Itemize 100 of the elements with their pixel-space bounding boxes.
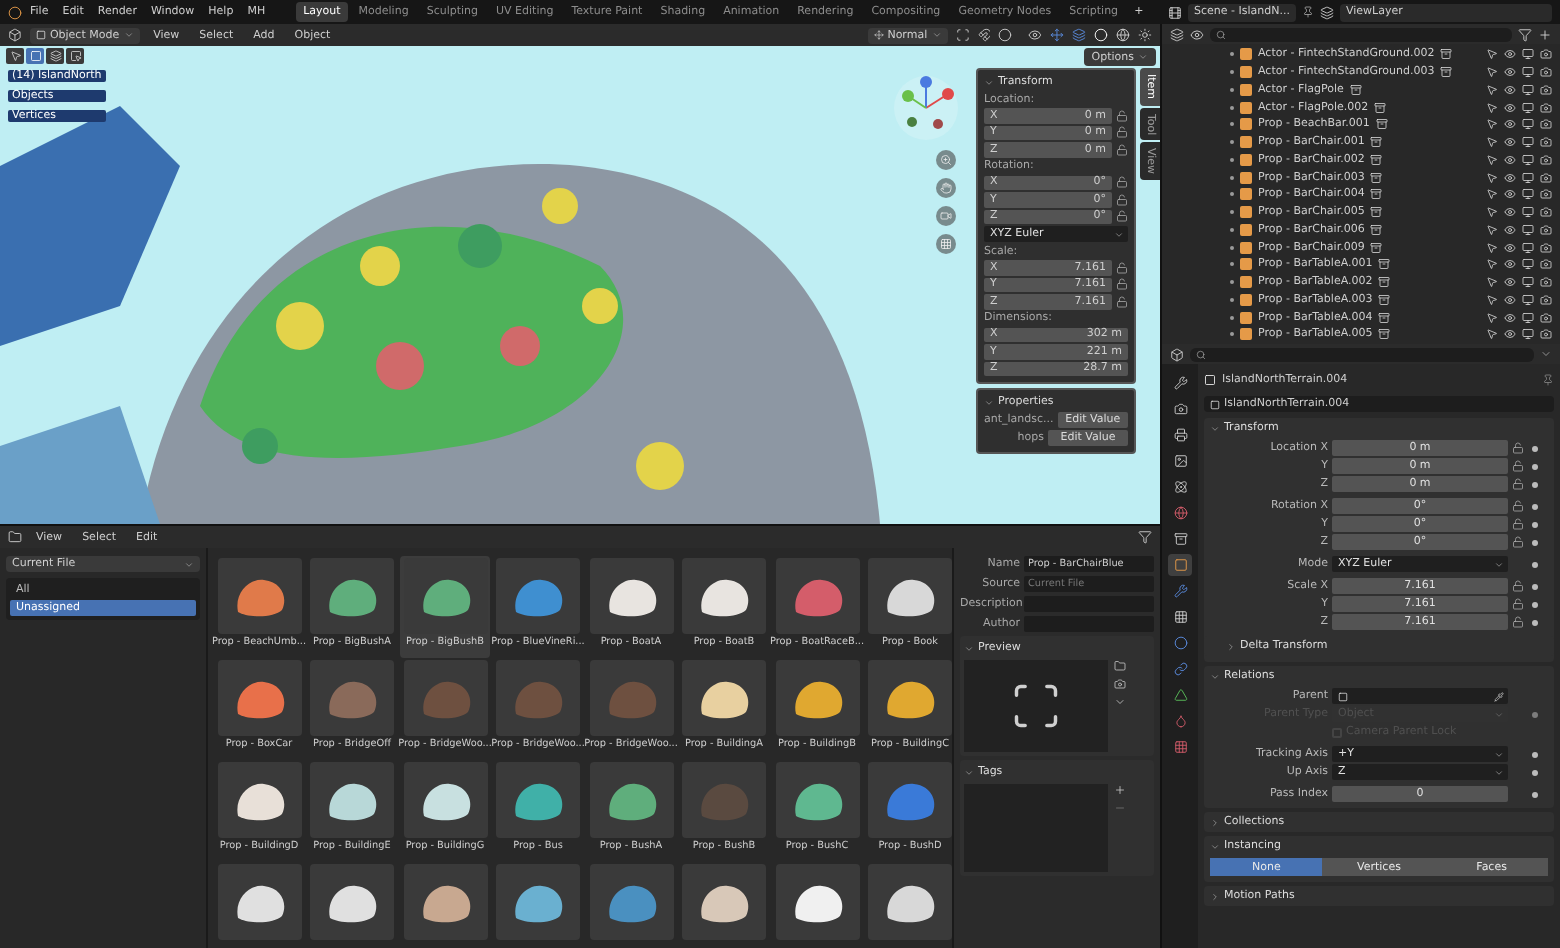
unlocked-icon[interactable] [1116, 278, 1128, 291]
unlocked-icon[interactable] [1512, 580, 1524, 592]
eye-icon[interactable] [1504, 223, 1516, 236]
editor-type-icon[interactable] [8, 530, 22, 544]
editor-type-icon[interactable] [8, 28, 22, 42]
monitor-icon[interactable] [1522, 328, 1534, 341]
unlocked-icon[interactable] [1512, 536, 1524, 548]
camera-icon[interactable] [1540, 223, 1552, 236]
search-field[interactable] [1190, 347, 1534, 361]
monitor-icon[interactable] [1522, 223, 1534, 236]
eye-icon[interactable] [1504, 48, 1516, 61]
keyframe-dot-icon[interactable] [1532, 791, 1538, 797]
search-field[interactable] [1210, 27, 1512, 41]
pin-icon[interactable] [1542, 374, 1554, 386]
monitor-icon[interactable] [1522, 83, 1534, 96]
camera-icon[interactable] [1540, 48, 1552, 61]
unlocked-icon[interactable] [1116, 193, 1128, 206]
monitor-icon[interactable] [1522, 188, 1534, 201]
zoom-button[interactable] [936, 150, 956, 170]
scene-icon[interactable] [1168, 5, 1182, 19]
unlocked-icon[interactable] [1512, 518, 1524, 530]
camera-icon[interactable] [1540, 136, 1552, 149]
eye-icon[interactable] [1504, 66, 1516, 79]
camera-icon[interactable] [1540, 188, 1552, 201]
keyframe-dot-icon[interactable] [1532, 601, 1538, 607]
monitor-icon[interactable] [1522, 311, 1534, 324]
editor-type-icon[interactable] [1170, 347, 1184, 361]
eye-icon[interactable] [1504, 206, 1516, 219]
eye-icon[interactable] [1504, 258, 1516, 271]
eye-icon[interactable] [1504, 136, 1516, 149]
camera-icon[interactable] [1114, 678, 1126, 690]
visibility-icon[interactable] [1028, 28, 1043, 42]
keyframe-dot-icon[interactable] [1532, 561, 1538, 567]
keyframe-dot-icon[interactable] [1532, 539, 1538, 545]
keyframe-dot-icon[interactable] [1532, 445, 1538, 451]
eye-icon[interactable] [1504, 118, 1516, 131]
overlay-icon[interactable] [1072, 28, 1087, 42]
keyframe-dot-icon[interactable] [1532, 583, 1538, 589]
camera-icon[interactable] [1540, 171, 1552, 184]
eyedropper-icon[interactable] [1494, 691, 1504, 701]
eye-icon[interactable] [1504, 328, 1516, 341]
unlocked-icon[interactable] [1512, 478, 1524, 490]
camera-icon[interactable] [1540, 153, 1552, 166]
eye-icon[interactable] [1504, 241, 1516, 254]
monitor-icon[interactable] [1522, 293, 1534, 306]
unlocked-icon[interactable] [1116, 143, 1128, 156]
eye-icon[interactable] [1504, 276, 1516, 289]
eye-icon[interactable] [1504, 83, 1516, 96]
keyframe-dot-icon[interactable] [1532, 619, 1538, 625]
unlocked-icon[interactable] [1512, 500, 1524, 512]
snap-icon[interactable] [977, 28, 991, 42]
eye-icon[interactable] [1504, 293, 1516, 306]
monitor-icon[interactable] [1522, 241, 1534, 254]
monitor-icon[interactable] [1522, 153, 1534, 166]
camera-icon[interactable] [1540, 118, 1552, 131]
keyframe-dot-icon[interactable] [1532, 463, 1538, 469]
unlocked-icon[interactable] [1512, 616, 1524, 628]
add-icon[interactable] [1114, 784, 1126, 796]
eye-icon[interactable] [1504, 311, 1516, 324]
keyframe-dot-icon[interactable] [1532, 711, 1538, 717]
editor-type-icon[interactable] [1170, 27, 1184, 41]
camera-icon[interactable] [1540, 101, 1552, 114]
keyframe-dot-icon[interactable] [1532, 503, 1538, 509]
unlocked-icon[interactable] [1116, 126, 1128, 139]
keyframe-dot-icon[interactable] [1532, 521, 1538, 527]
unlocked-icon[interactable] [1116, 295, 1128, 308]
monitor-icon[interactable] [1522, 171, 1534, 184]
monitor-icon[interactable] [1522, 118, 1534, 131]
rendered-shading-icon[interactable] [1138, 28, 1153, 42]
pan-button[interactable] [936, 178, 956, 198]
camera-icon[interactable] [1540, 206, 1552, 219]
keyframe-dot-icon[interactable] [1532, 769, 1538, 775]
pin-icon[interactable] [1301, 6, 1314, 18]
unlocked-icon[interactable] [1512, 598, 1524, 610]
monitor-icon[interactable] [1522, 66, 1534, 79]
camera-icon[interactable] [1540, 311, 1552, 324]
unlocked-icon[interactable] [1512, 442, 1524, 454]
view-layer-icon[interactable] [1319, 5, 1334, 19]
filter-icon[interactable] [1518, 27, 1532, 41]
display-mode-icon[interactable] [1190, 27, 1204, 41]
axis-gizmo-icon[interactable] [892, 74, 960, 142]
eye-icon[interactable] [1504, 171, 1516, 184]
gizmo-icon[interactable] [1050, 28, 1065, 42]
material-shading-icon[interactable] [1116, 28, 1131, 42]
object-picker-field[interactable] [1332, 688, 1508, 704]
camera-icon[interactable] [1540, 241, 1552, 254]
grid-view-button[interactable] [936, 234, 956, 254]
camera-view-button[interactable] [936, 206, 956, 226]
unlocked-icon[interactable] [1116, 176, 1128, 189]
monitor-icon[interactable] [1522, 136, 1534, 149]
monitor-icon[interactable] [1522, 101, 1534, 114]
unlocked-icon[interactable] [1512, 460, 1524, 472]
select-mode-button[interactable] [66, 48, 84, 64]
solid-shading-icon[interactable] [1094, 28, 1109, 42]
camera-icon[interactable] [1540, 276, 1552, 289]
folder-icon[interactable] [1114, 660, 1126, 672]
unlocked-icon[interactable] [1116, 109, 1128, 122]
monitor-icon[interactable] [1522, 276, 1534, 289]
unlocked-icon[interactable] [1116, 261, 1128, 274]
monitor-icon[interactable] [1522, 258, 1534, 271]
